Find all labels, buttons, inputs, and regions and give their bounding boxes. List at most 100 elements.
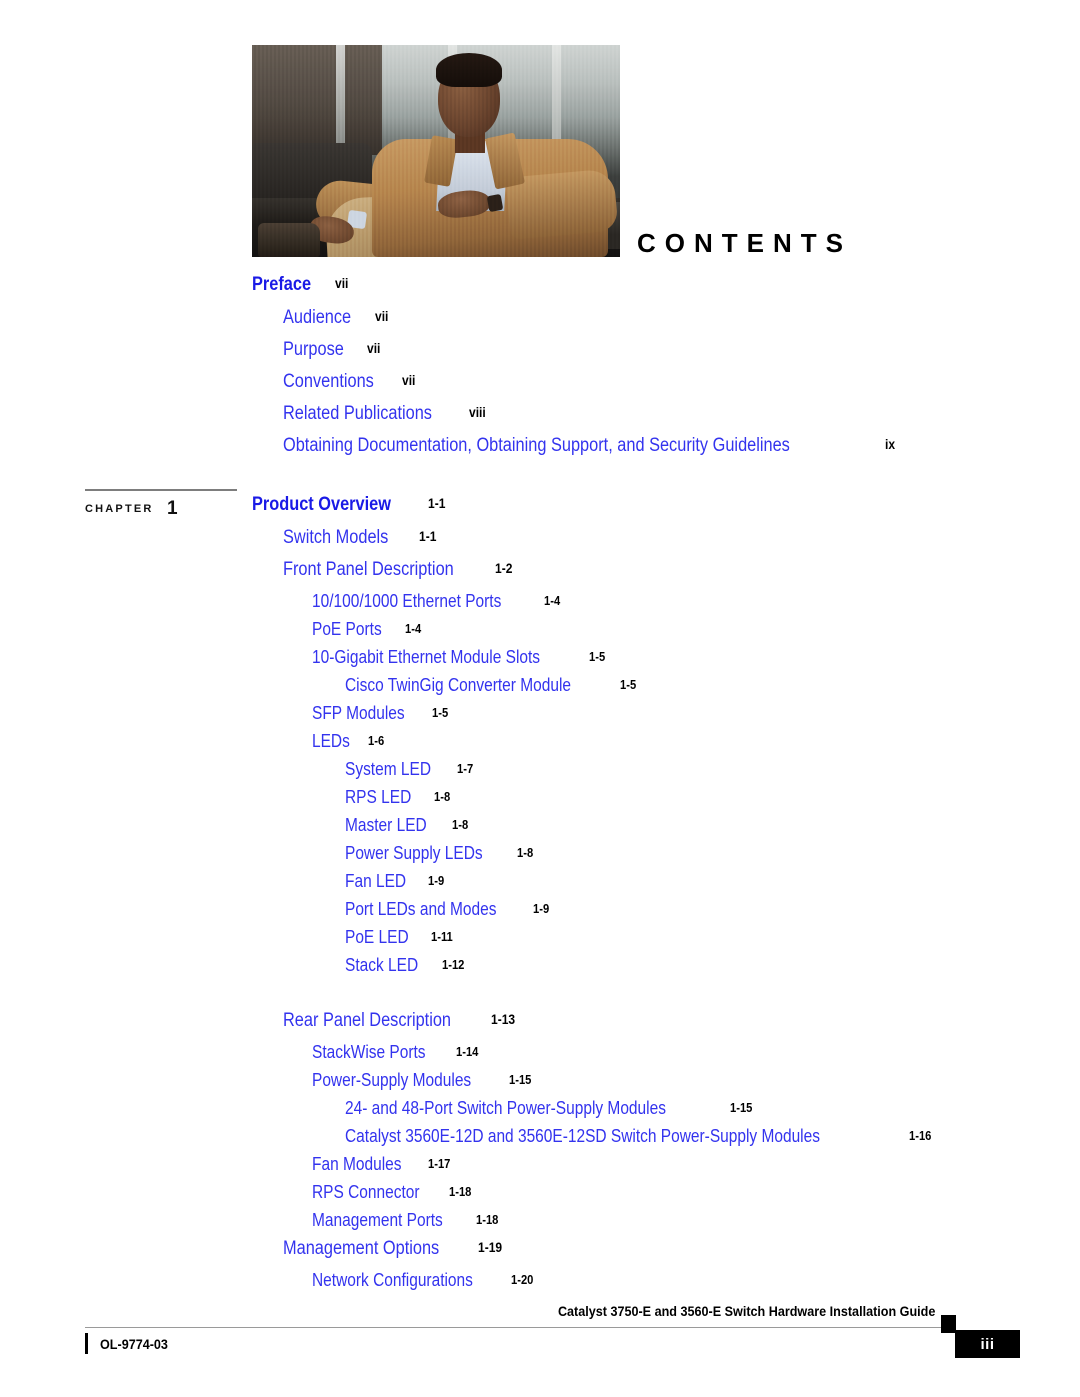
toc-entry-page: vii [401,372,416,388]
toc-entry-page: 1-13 [491,1011,516,1027]
footer-divider [85,1327,955,1328]
toc-entry-page: 1-17 [428,1156,451,1171]
toc-entry-page: 1-9 [428,873,445,888]
toc-entry[interactable]: 10/100/1000 Ethernet Ports 1-4 [0,592,1080,620]
toc-entry-title: Related Publications [283,403,432,424]
footer-page-box: iii [955,1330,1020,1358]
toc-entry-page: 1-5 [431,705,448,720]
toc-entry-title: Fan Modules [312,1154,402,1174]
toc-entry-page: 1-4 [544,593,561,608]
toc-entry-title: Power-Supply Modules [312,1070,472,1090]
toc-entry[interactable]: StackWise Ports 1-14 [0,1043,1080,1071]
toc-entry[interactable]: SFP Modules 1-5 [0,704,1080,732]
toc-entry-title: Cisco TwinGig Converter Module [345,675,571,695]
toc-entry[interactable]: Power Supply LEDs 1-8 [0,844,1080,872]
toc-entry-title: 10/100/1000 Ethernet Ports [312,591,502,611]
toc-entry-page: 1-12 [442,957,465,972]
toc-entry-page: 1-14 [456,1044,479,1059]
toc-entry-page: 1-1 [427,495,445,511]
toc-entry[interactable]: RPS LED 1-8 [0,788,1080,816]
toc-entry[interactable]: Preface vii [0,275,1080,308]
toc-entry-page: 1-7 [457,761,474,776]
toc-entry-title: Preface [252,274,312,295]
footer-document-title: Catalyst 3750-E and 3560-E Switch Hardwa… [557,1303,935,1319]
toc-entry[interactable]: Catalyst 3560E-12D and 3560E-12SD Switch… [0,1127,1080,1155]
toc-entry-title: LEDs [312,731,350,751]
toc-entry-title: PoE LED [345,927,409,947]
toc-entry-page: 1-9 [533,901,550,916]
toc-entry-title: Management Options [283,1238,440,1259]
toc-entry[interactable]: LEDs 1-6 [0,732,1080,760]
toc-entry-title: Fan LED [345,871,407,891]
toc-entry[interactable]: Management Options 1-19 [0,1239,1080,1271]
toc-entry-page: viii [469,404,486,420]
toc-entry[interactable]: Product Overview 1-1 [0,495,1080,528]
contents-cover-photo [252,45,620,257]
toc-entry-page: 1-5 [619,677,636,692]
table-of-contents: Preface vii Audience vii Purpose vii Conventio… [0,275,1080,1299]
toc-entry[interactable]: Network Configurations 1-20 [0,1271,1080,1299]
toc-entry-title: Purpose [283,339,344,360]
toc-entry[interactable]: RPS Connector 1-18 [0,1183,1080,1211]
footer-tick-marker [85,1333,88,1354]
toc-entry-title: Obtaining Documentation, Obtaining Suppo… [283,435,790,456]
toc-entry[interactable]: Master LED 1-8 [0,816,1080,844]
toc-entry-title: Master LED [345,815,427,835]
toc-entry-page: vii [334,275,349,291]
toc-entry[interactable]: PoE Ports 1-4 [0,620,1080,648]
toc-entry-title: Conventions [283,371,374,392]
toc-entry[interactable]: Purpose vii [0,340,1080,372]
footer-page-number: iii [980,1335,995,1353]
toc-entry[interactable]: Audience vii [0,308,1080,340]
toc-entry-page: 1-4 [405,621,422,636]
toc-entry[interactable]: PoE LED 1-11 [0,928,1080,956]
toc-entry-title: 10-Gigabit Ethernet Module Slots [312,647,541,667]
toc-entry-title: Rear Panel Description [283,1010,452,1031]
toc-entry[interactable]: Related Publications viii [0,404,1080,436]
photo-grain-overlay [252,45,620,257]
footer-document-number: OL-9774-03 [100,1336,168,1352]
toc-entry[interactable]: 10-Gigabit Ethernet Module Slots 1-5 [0,648,1080,676]
toc-entry-title: RPS LED [345,787,412,807]
toc-entry[interactable]: Switch Models 1-1 [0,528,1080,560]
page-title: CONTENTS [637,228,852,258]
toc-entry-title: Port LEDs and Modes [345,899,497,919]
toc-entry-title: Stack LED [345,955,419,975]
toc-entry-page: ix [885,436,896,452]
toc-entry-title: StackWise Ports [312,1042,426,1062]
toc-entry[interactable]: Stack LED 1-12 [0,956,1080,984]
toc-entry[interactable]: Fan LED 1-9 [0,872,1080,900]
toc-entry[interactable]: Port LEDs and Modes 1-9 [0,900,1080,928]
toc-entry-title: Product Overview [252,494,391,515]
toc-entry[interactable]: Front Panel Description 1-2 [0,560,1080,592]
toc-entry-title: System LED [345,759,432,779]
toc-entry-page: 1-8 [434,789,451,804]
toc-entry-title: Management Ports [312,1210,443,1230]
toc-entry-page: 1-1 [418,528,436,544]
toc-entry-title: 24- and 48-Port Switch Power-Supply Modu… [345,1098,666,1118]
toc-entry[interactable]: Obtaining Documentation, Obtaining Suppo… [0,436,1080,468]
toc-entry-page: 1-8 [452,817,469,832]
toc-entry-page: 1-2 [494,560,512,576]
toc-entry-page: 1-5 [589,649,606,664]
toc-entry[interactable]: Fan Modules 1-17 [0,1155,1080,1183]
page-footer: Catalyst 3750-E and 3560-E Switch Hardwa… [0,1303,1080,1383]
toc-entry[interactable]: Cisco TwinGig Converter Module 1-5 [0,676,1080,704]
toc-entry-page: 1-18 [449,1184,472,1199]
toc-entry[interactable]: Power-Supply Modules 1-15 [0,1071,1080,1099]
toc-entry-page: 1-15 [730,1100,753,1115]
toc-entry-page: 1-18 [476,1212,499,1227]
toc-entry-page: 1-6 [368,733,385,748]
toc-entry[interactable]: Management Ports 1-18 [0,1211,1080,1239]
toc-entry-title: RPS Connector [312,1182,420,1202]
toc-entry-page: 1-19 [477,1239,502,1255]
toc-entry-title: Switch Models [283,527,389,548]
toc-entry-title: Audience [283,307,352,328]
toc-entry-title: Front Panel Description [283,559,454,580]
toc-entry[interactable]: Rear Panel Description 1-13 [0,1011,1080,1043]
toc-entry[interactable]: 24- and 48-Port Switch Power-Supply Modu… [0,1099,1080,1127]
toc-entry[interactable]: System LED 1-7 [0,760,1080,788]
toc-entry[interactable]: Conventions vii [0,372,1080,404]
toc-entry-page: vii [366,340,381,356]
toc-entry-title: Network Configurations [312,1270,473,1290]
